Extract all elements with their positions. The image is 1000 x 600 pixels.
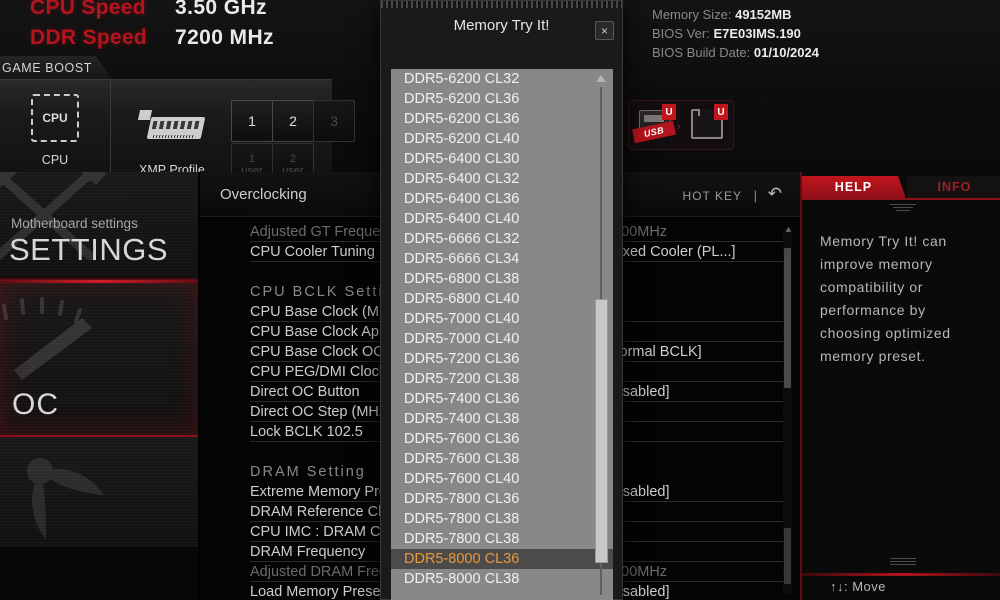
memory-preset-option[interactable]: DDR5-6200 CL32 — [391, 69, 613, 89]
dialog-top-hatch — [381, 1, 622, 8]
memory-preset-option[interactable]: DDR5-7800 CL36 — [391, 489, 613, 509]
memory-preset-option[interactable]: DDR5-8000 CL36 — [391, 549, 613, 569]
memory-try-it-dialog: Memory Try It! × DDR5-6200 CL32 DDR5-6200… — [380, 0, 623, 600]
memory-preset-option[interactable]: DDR5-7200 CL36 — [391, 349, 613, 369]
memory-preset-option[interactable]: DDR5-7600 CL36 — [391, 429, 613, 449]
memory-preset-option[interactable]: DDR5-7400 CL38 — [391, 409, 613, 429]
memory-preset-option[interactable]: DDR5-6800 CL38 — [391, 269, 613, 289]
dialog-scrollbar-thumb[interactable] — [595, 299, 608, 563]
memory-preset-option[interactable]: DDR5-6200 CL36 — [391, 109, 613, 129]
memory-preset-option[interactable]: DDR5-7600 CL40 — [391, 469, 613, 489]
memory-preset-option[interactable]: DDR5-7000 CL40 — [391, 329, 613, 349]
memory-preset-option[interactable]: DDR5-8000 CL38 — [391, 569, 613, 589]
memory-preset-option[interactable]: DDR5-7400 CL36 — [391, 389, 613, 409]
memory-preset-option[interactable]: DDR5-7800 CL38 — [391, 509, 613, 529]
memory-preset-option[interactable]: DDR5-6400 CL32 — [391, 169, 613, 189]
memory-preset-option[interactable]: DDR5-6666 CL32 — [391, 229, 613, 249]
memory-preset-option[interactable]: DDR5-7800 CL38 — [391, 529, 613, 549]
memory-preset-option[interactable]: DDR5-6400 CL30 — [391, 149, 613, 169]
bios-screen: CPU Speed 3.50 GHz DDR Speed 7200 MHz GA… — [0, 0, 1000, 600]
memory-preset-option[interactable]: DDR5-7200 CL38 — [391, 369, 613, 389]
memory-preset-option[interactable]: DDR5-7000 CL40 — [391, 309, 613, 329]
memory-preset-option[interactable]: DDR5-6200 CL40 — [391, 129, 613, 149]
dialog-scrollbar[interactable] — [595, 75, 608, 595]
memory-preset-option[interactable]: DDR5-6800 CL40 — [391, 289, 613, 309]
memory-preset-option[interactable]: DDR5-6200 CL36 — [391, 89, 613, 109]
dialog-title: Memory Try It! — [453, 17, 550, 34]
memory-preset-listbox[interactable]: DDR5-6200 CL32 DDR5-6200 CL36 DDR5-6200 CL… — [391, 69, 613, 600]
close-icon[interactable]: × — [595, 21, 614, 40]
memory-preset-option[interactable]: DDR5-7600 CL38 — [391, 449, 613, 469]
memory-preset-option[interactable]: DDR5-6400 CL36 — [391, 189, 613, 209]
memory-preset-option[interactable]: DDR5-6400 CL40 — [391, 209, 613, 229]
memory-preset-options: DDR5-6200 CL32 DDR5-6200 CL36 DDR5-6200 CL… — [391, 69, 613, 589]
memory-preset-option[interactable]: DDR5-6666 CL34 — [391, 249, 613, 269]
dialog-scroll-up-arrow-icon[interactable] — [596, 75, 606, 82]
